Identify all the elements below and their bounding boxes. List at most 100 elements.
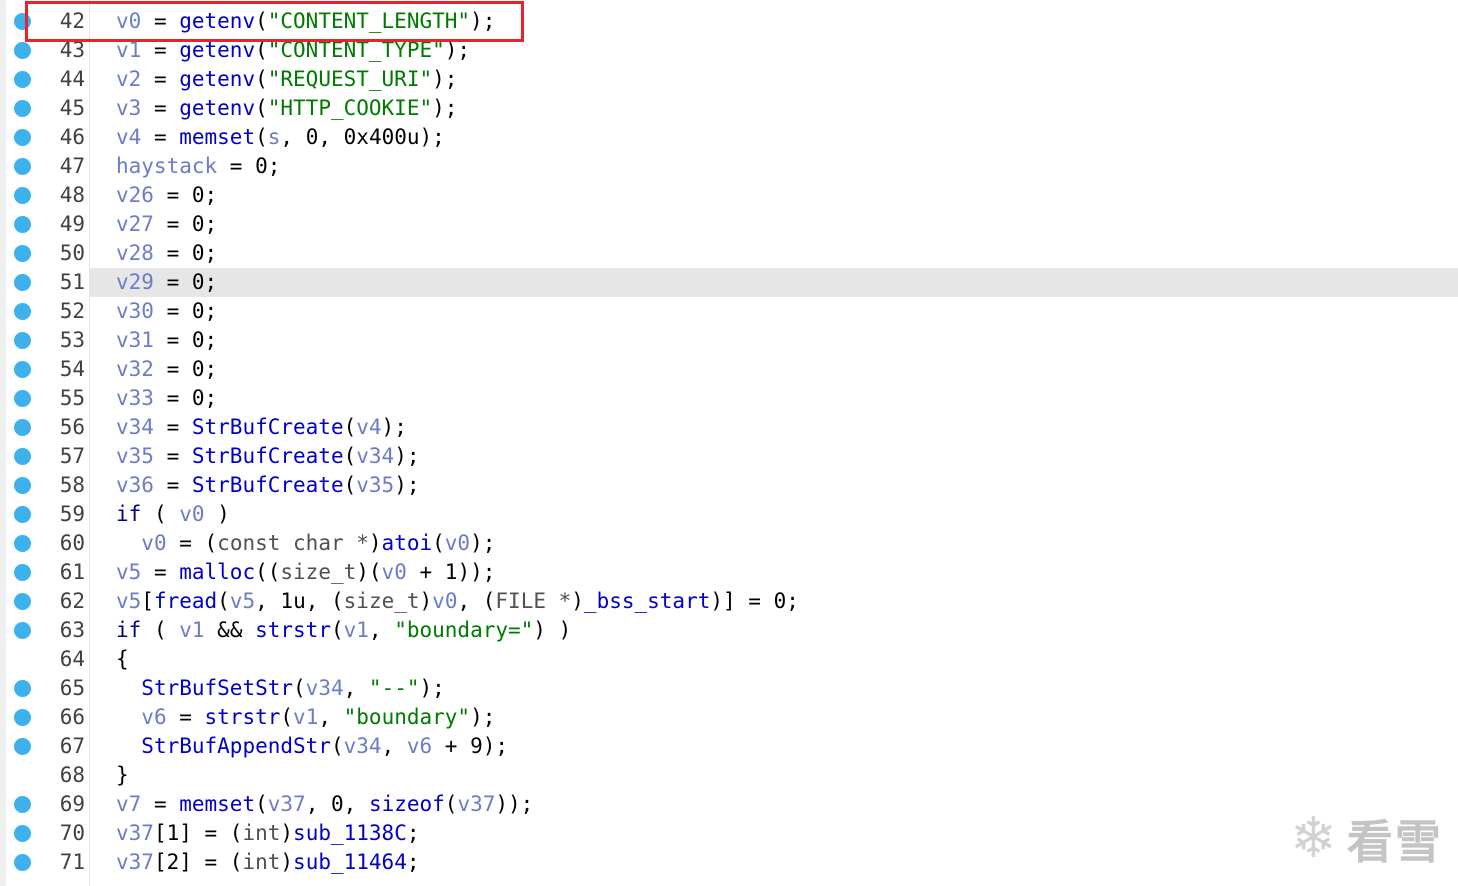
code-line[interactable]: 53 v31 = 0; <box>0 326 1458 355</box>
code-line[interactable]: 60 v0 = (const char *)atoi(v0); <box>0 529 1458 558</box>
code-line[interactable]: 69 v7 = memset(v37, 0, sizeof(v37)); <box>0 790 1458 819</box>
breakpoint-dot-icon[interactable] <box>14 71 31 88</box>
code-line[interactable]: 58 v36 = StrBufCreate(v35); <box>0 471 1458 500</box>
code-line[interactable]: 44 v2 = getenv("REQUEST_URI"); <box>0 65 1458 94</box>
code-line[interactable]: 63 if ( v1 && strstr(v1, "boundary=") ) <box>0 616 1458 645</box>
breakpoint-dot-icon[interactable] <box>14 100 31 117</box>
token-op: = <box>141 67 180 91</box>
code-line[interactable]: 62 v5[fread(v5, 1u, (size_t)v0, (FILE *)_… <box>0 587 1458 616</box>
code-line[interactable]: 64 { <box>0 645 1458 674</box>
code-line[interactable]: 61 v5 = malloc((size_t)(v0 + 1)); <box>0 558 1458 587</box>
token-var: v5 <box>229 589 256 613</box>
code-line[interactable]: 66 v6 = strstr(v1, "boundary"); <box>0 703 1458 732</box>
breakpoint-dot-icon[interactable] <box>14 419 31 436</box>
breakpoint-dot-icon[interactable] <box>14 854 31 871</box>
code-text[interactable]: if ( v0 ) <box>116 500 230 529</box>
breakpoint-dot-icon[interactable] <box>14 303 31 320</box>
breakpoint-dot-icon[interactable] <box>14 129 31 146</box>
token-str: "REQUEST_URI" <box>267 67 433 91</box>
code-text[interactable]: v36 = StrBufCreate(v35); <box>116 471 419 500</box>
breakpoint-dot-icon[interactable] <box>14 245 31 262</box>
code-text[interactable]: v3 = getenv("HTTP_COOKIE"); <box>116 94 457 123</box>
token-op: ( <box>343 415 357 439</box>
code-text[interactable]: v26 = 0; <box>116 181 217 210</box>
code-line-current[interactable]: 51 v29 = 0; <box>0 268 1458 297</box>
code-text[interactable]: v29 = 0; <box>116 268 217 297</box>
breakpoint-dot-icon[interactable] <box>14 42 31 59</box>
token-num: 0 <box>305 125 319 149</box>
code-line[interactable]: 59 if ( v0 ) <box>0 500 1458 529</box>
token-op: = <box>153 270 192 294</box>
breakpoint-dot-icon[interactable] <box>14 564 31 581</box>
breakpoint-dot-icon[interactable] <box>14 187 31 204</box>
breakpoint-dot-icon[interactable] <box>14 796 31 813</box>
code-line[interactable]: 54 v32 = 0; <box>0 355 1458 384</box>
code-text[interactable]: v33 = 0; <box>116 384 217 413</box>
code-line[interactable]: 46 v4 = memset(s, 0, 0x400u); <box>0 123 1458 152</box>
token-var: v1 <box>179 618 205 642</box>
code-line[interactable]: 50 v28 = 0; <box>0 239 1458 268</box>
token-var: v35 <box>356 473 395 497</box>
breakpoint-dot-icon[interactable] <box>14 390 31 407</box>
code-line[interactable]: 48 v26 = 0; <box>0 181 1458 210</box>
code-line[interactable]: 65 StrBufSetStr(v34, "--"); <box>0 674 1458 703</box>
code-text[interactable]: v34 = StrBufCreate(v4); <box>116 413 407 442</box>
breakpoint-dot-icon[interactable] <box>14 709 31 726</box>
token-var: v4 <box>356 415 382 439</box>
code-text[interactable]: v5 = malloc((size_t)(v0 + 1)); <box>116 558 495 587</box>
breakpoint-dot-icon[interactable] <box>14 158 31 175</box>
code-line[interactable]: 67 StrBufAppendStr(v34, v6 + 9); <box>0 732 1458 761</box>
pseudocode-view[interactable]: 42 v0 = getenv("CONTENT_LENGTH"); 43 v1 = g… <box>0 0 1458 886</box>
code-text[interactable]: v4 = memset(s, 0, 0x400u); <box>116 123 445 152</box>
code-line[interactable]: 68} <box>0 761 1458 790</box>
code-text[interactable]: v30 = 0; <box>116 297 217 326</box>
breakpoint-dot-icon[interactable] <box>14 332 31 349</box>
code-text[interactable]: v37[2] = (int)sub_11464; <box>116 848 420 877</box>
code-text[interactable]: StrBufAppendStr(v34, v6 + 9); <box>116 732 508 761</box>
code-text[interactable]: haystack = 0; <box>116 152 280 181</box>
token-kw: if <box>116 618 142 642</box>
token-var: v31 <box>116 328 154 352</box>
code-line[interactable]: 47 haystack = 0; <box>0 152 1458 181</box>
breakpoint-dot-icon[interactable] <box>14 738 31 755</box>
code-line[interactable]: 57 v35 = StrBufCreate(v34); <box>0 442 1458 471</box>
breakpoint-dot-icon[interactable] <box>14 593 31 610</box>
token-op: ); <box>381 415 407 439</box>
code-text[interactable]: v31 = 0; <box>116 326 217 355</box>
code-line[interactable]: 70 v37[1] = (int)sub_1138C; <box>0 819 1458 848</box>
code-text[interactable]: v37[1] = (int)sub_1138C; <box>116 819 420 848</box>
code-text[interactable]: v32 = 0; <box>116 355 217 384</box>
code-text[interactable]: v5[fread(v5, 1u, (size_t)v0, (FILE *)_bs… <box>116 587 799 616</box>
token-op: ; <box>204 183 218 207</box>
token-op: ) <box>571 589 584 613</box>
breakpoint-dot-icon[interactable] <box>14 477 31 494</box>
code-text[interactable]: v35 = StrBufCreate(v34); <box>116 442 419 471</box>
code-line[interactable]: 56 v34 = StrBufCreate(v4); <box>0 413 1458 442</box>
code-text[interactable]: v7 = memset(v37, 0, sizeof(v37)); <box>116 790 533 819</box>
breakpoint-dot-icon[interactable] <box>14 361 31 378</box>
code-line[interactable]: 49 v27 = 0; <box>0 210 1458 239</box>
code-text[interactable]: v6 = strstr(v1, "boundary"); <box>116 703 495 732</box>
line-number: 63 <box>59 618 85 642</box>
code-text[interactable]: v28 = 0; <box>116 239 217 268</box>
code-line[interactable]: 45 v3 = getenv("HTTP_COOKIE"); <box>0 94 1458 123</box>
breakpoint-dot-icon[interactable] <box>14 448 31 465</box>
breakpoint-dot-icon[interactable] <box>14 680 31 697</box>
breakpoint-dot-icon[interactable] <box>14 535 31 552</box>
breakpoint-dot-icon[interactable] <box>14 506 31 523</box>
code-text[interactable]: v0 = (const char *)atoi(v0); <box>116 529 495 558</box>
breakpoint-dot-icon[interactable] <box>14 622 31 639</box>
code-text[interactable]: if ( v1 && strstr(v1, "boundary=") ) <box>116 616 571 645</box>
code-text[interactable]: v27 = 0; <box>116 210 217 239</box>
code-text[interactable]: StrBufSetStr(v34, "--"); <box>116 674 444 703</box>
token-str: "boundary=" <box>394 618 534 642</box>
code-line[interactable]: 52 v30 = 0; <box>0 297 1458 326</box>
code-text[interactable]: } <box>116 761 129 790</box>
breakpoint-dot-icon[interactable] <box>14 274 31 291</box>
code-text[interactable]: { <box>116 645 129 674</box>
code-text[interactable]: v2 = getenv("REQUEST_URI"); <box>116 65 457 94</box>
code-line[interactable]: 55 v33 = 0; <box>0 384 1458 413</box>
breakpoint-dot-icon[interactable] <box>14 825 31 842</box>
code-line[interactable]: 71 v37[2] = (int)sub_11464; <box>0 848 1458 877</box>
breakpoint-dot-icon[interactable] <box>14 216 31 233</box>
